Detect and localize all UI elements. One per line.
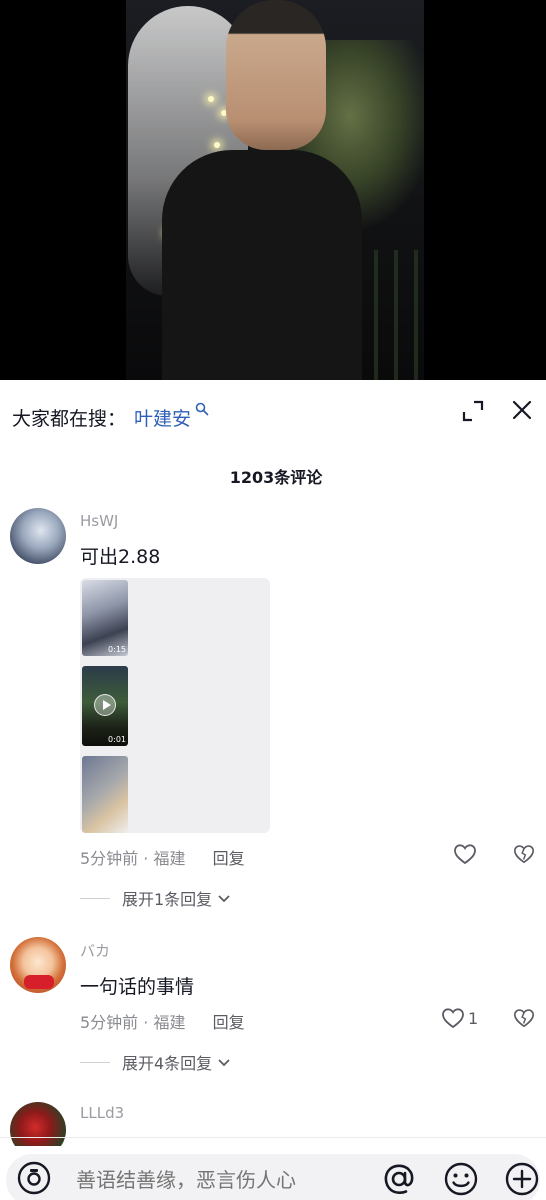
search-suggestion-prefix: 大家都在搜：: [12, 408, 127, 430]
video-scene-person-head: [226, 0, 326, 150]
emoji-icon[interactable]: [442, 1160, 480, 1198]
media-thumbnail[interactable]: [82, 756, 128, 833]
video-player[interactable]: [0, 0, 546, 380]
dislike-icon[interactable]: [513, 843, 535, 865]
comment-username[interactable]: バカ: [80, 940, 110, 961]
like-count: 1: [468, 1009, 479, 1028]
comment-time: 5分钟前: [80, 1013, 139, 1032]
divider: [0, 1137, 546, 1138]
comment-username[interactable]: HsWJ: [80, 512, 118, 530]
meta-separator: ·: [143, 1013, 154, 1032]
avatar-scarf: [24, 975, 54, 989]
comment-meta: 5分钟前 · 福建 回复: [80, 1009, 245, 1033]
reply-button[interactable]: 回复: [213, 1013, 245, 1032]
expand-replies-button[interactable]: 展开4条回复: [80, 1051, 232, 1073]
video-scene-fence: [354, 250, 424, 380]
expand-icon[interactable]: [461, 399, 485, 423]
comment-time: 5分钟前: [80, 849, 139, 868]
plus-icon[interactable]: [503, 1160, 541, 1198]
media-thumbnail[interactable]: 0:01: [82, 666, 128, 746]
comment-count-title: 1203条评论: [229, 468, 323, 487]
expand-replies-label: 展开1条回复: [122, 890, 213, 909]
avatar[interactable]: [10, 937, 66, 993]
comment-media-grid[interactable]: 0:15 0:01: [80, 578, 270, 833]
comment-username[interactable]: LLLd3: [80, 1104, 124, 1122]
media-duration: 0:15: [108, 645, 126, 654]
camera-icon[interactable]: [16, 1160, 52, 1196]
video-scene-person-body: [162, 150, 362, 380]
divider: [80, 1061, 110, 1063]
dislike-icon[interactable]: [513, 1007, 535, 1029]
media-duration: 0:01: [108, 735, 126, 744]
play-icon: [94, 694, 116, 716]
media-thumbnail[interactable]: 0:15: [82, 580, 128, 656]
comment-meta: 5分钟前 · 福建 回复: [80, 845, 245, 869]
divider: [80, 897, 110, 899]
chevron-down-icon: [218, 895, 230, 903]
chevron-down-icon: [218, 1059, 230, 1067]
comment-input[interactable]: [76, 1166, 356, 1194]
search-icon[interactable]: [195, 402, 209, 416]
expand-replies-button[interactable]: 展开1条回复: [80, 887, 232, 909]
expand-replies-label: 展开4条回复: [122, 1054, 213, 1073]
comment-location: 福建: [153, 849, 186, 868]
reply-button[interactable]: 回复: [213, 849, 245, 868]
comment-text: 一句话的事情: [80, 976, 195, 998]
heart-icon[interactable]: [453, 843, 477, 865]
search-suggestion-keyword[interactable]: 叶建安: [134, 404, 191, 431]
heart-icon[interactable]: [441, 1007, 465, 1029]
mention-icon[interactable]: [380, 1160, 418, 1198]
close-icon[interactable]: [511, 399, 533, 421]
comment-location: 福建: [153, 1013, 186, 1032]
meta-separator: ·: [143, 849, 154, 868]
avatar[interactable]: [10, 508, 66, 564]
comment-text: 可出2.88: [80, 546, 161, 568]
video-frame: [126, 0, 424, 380]
